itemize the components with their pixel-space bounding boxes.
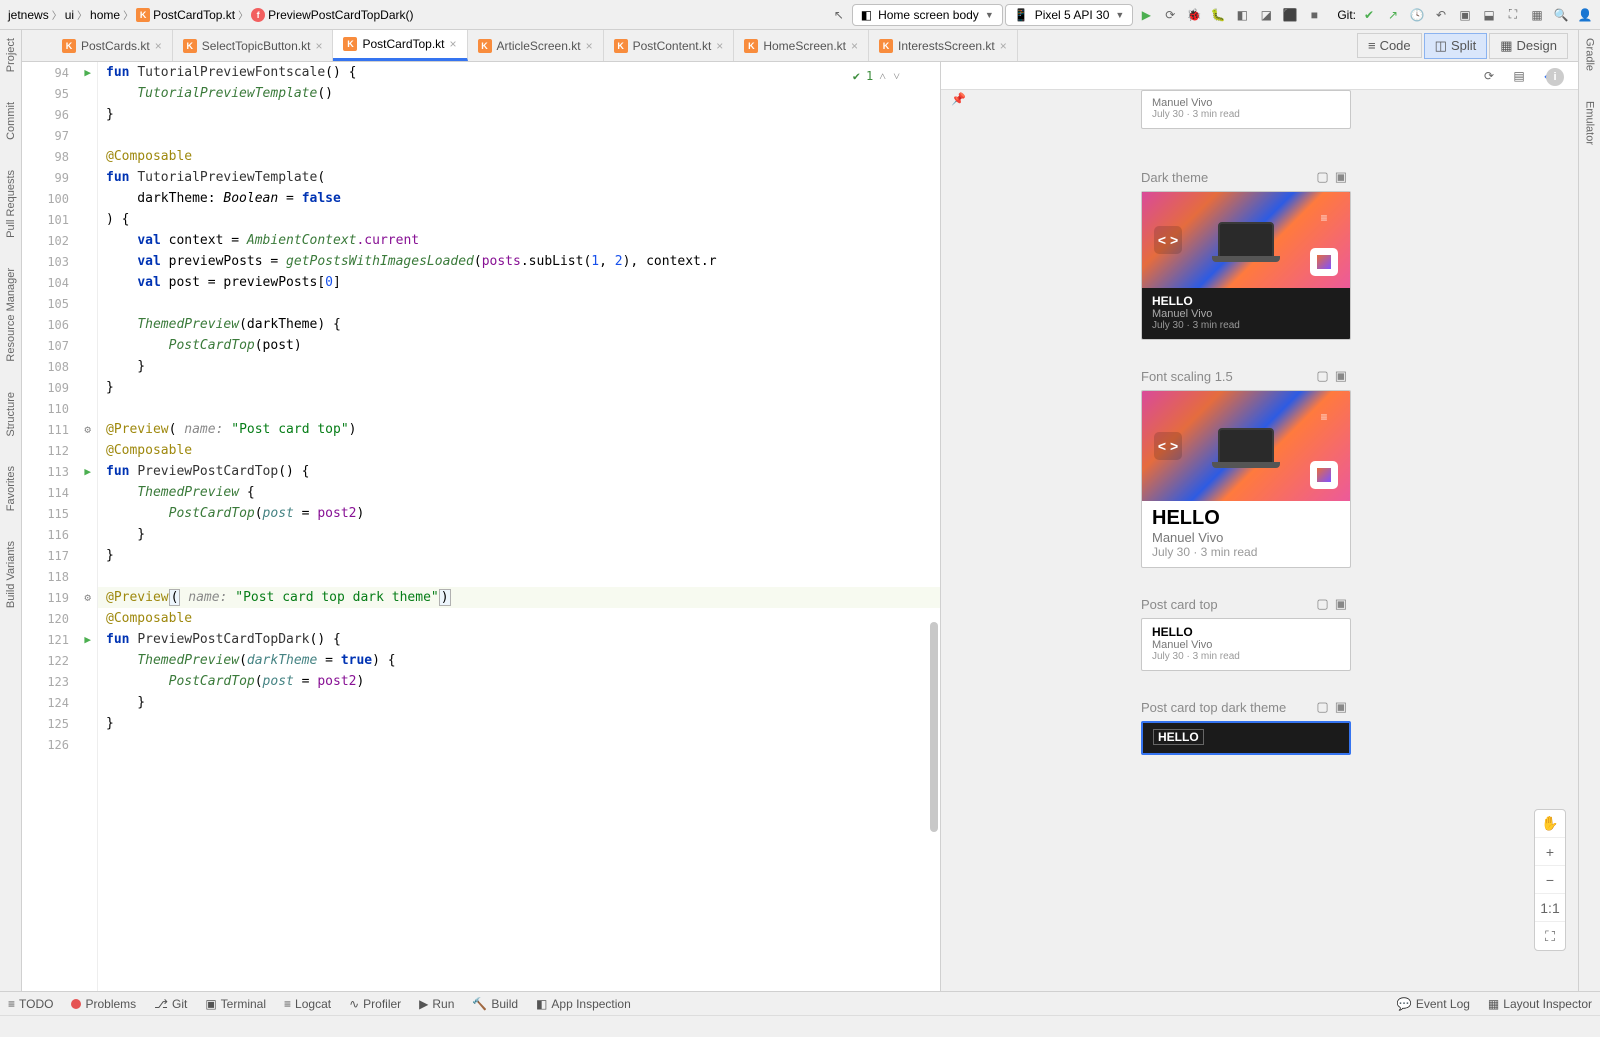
tool-run[interactable]: ▶ Run — [419, 997, 454, 1011]
code-editor[interactable]: ✔ 1 ˄ ˅ fun TutorialPreviewFontscale() {… — [98, 62, 940, 991]
preview-label-top: Post card top — [1141, 597, 1218, 612]
pan-icon[interactable]: ✋ — [1535, 810, 1565, 838]
top-toolbar: jetnews〉 ui〉 home〉 KPostCardTop.kt〉 fPre… — [0, 0, 1600, 30]
mode-split[interactable]: ◫Split — [1424, 33, 1488, 59]
capture-icon[interactable]: ▦ — [1526, 4, 1548, 26]
status-bar — [0, 1015, 1600, 1037]
tool-gradle[interactable]: Gradle — [1584, 38, 1596, 71]
tool-resource-manager[interactable]: Resource Manager — [5, 268, 17, 362]
zoom-controls: ✋ + − 1:1 ⛶ — [1534, 809, 1566, 951]
debug-icon[interactable]: 🐞 — [1183, 4, 1205, 26]
bottom-tool-bar: ≡ TODO Problems ⎇ Git ▣ Terminal ≡ Logca… — [0, 991, 1600, 1015]
tool-git[interactable]: ⎇ Git — [154, 997, 187, 1011]
settings-icon[interactable]: 👤 — [1574, 4, 1596, 26]
preview-card-stub[interactable]: Manuel Vivo July 30 · 3 min read — [1141, 90, 1351, 129]
file-tab[interactable]: KInterestsScreen.kt× — [869, 30, 1018, 61]
stop2-icon[interactable]: ■ — [1303, 4, 1325, 26]
tool-project[interactable]: Project — [5, 38, 17, 72]
avd-icon[interactable]: ▣ — [1454, 4, 1476, 26]
tool-app-inspection[interactable]: ◧ App Inspection — [536, 997, 631, 1011]
search-icon[interactable]: 🔍 — [1550, 4, 1572, 26]
tool-logcat[interactable]: ≡ Logcat — [284, 997, 331, 1011]
zoom-in-icon[interactable]: + — [1535, 838, 1565, 866]
close-icon[interactable]: × — [450, 37, 457, 51]
preview-card-font[interactable]: < > ≡ HELLO Manuel Vivo July 30 · 3 min — [1141, 390, 1351, 568]
git-rollback-icon[interactable]: ↶ — [1430, 4, 1452, 26]
code-brackets-icon: < > — [1154, 226, 1182, 254]
preview-label-font: Font scaling 1.5 — [1141, 369, 1233, 384]
apply-changes-icon[interactable]: ⟳ — [1159, 4, 1181, 26]
problems-badge[interactable]: ✔ 1 ˄ ˅ — [853, 66, 900, 87]
attach-icon[interactable]: ◪ — [1255, 4, 1277, 26]
tool-commit[interactable]: Commit — [5, 102, 17, 140]
profile-icon[interactable]: ◧ — [1231, 4, 1253, 26]
preview-card-dark2[interactable]: HELLO — [1141, 721, 1351, 755]
file-tab[interactable]: KHomeScreen.kt× — [734, 30, 869, 61]
sdk-icon[interactable]: ⬓ — [1478, 4, 1500, 26]
tool-build[interactable]: 🔨 Build — [472, 997, 518, 1011]
file-tab[interactable]: KPostCardTop.kt× — [333, 30, 467, 61]
run-config-dropdown[interactable]: ◧Home screen body▼ — [852, 4, 1003, 26]
close-icon[interactable]: × — [716, 39, 723, 53]
file-tab[interactable]: KPostContent.kt× — [604, 30, 735, 61]
preview-label-dark2: Post card top dark theme — [1141, 700, 1286, 715]
git-push-icon[interactable]: ↗ — [1382, 4, 1404, 26]
tool-pull-requests[interactable]: Pull Requests — [5, 170, 17, 238]
close-icon[interactable]: × — [315, 39, 322, 53]
editor-gutter: 94▶9596979899100101102103104105106107108… — [22, 62, 98, 991]
deploy-icon[interactable]: ▣ — [1335, 169, 1347, 185]
tool-structure[interactable]: Structure — [5, 392, 17, 437]
kotlin-logo-icon — [1310, 248, 1338, 276]
close-icon[interactable]: × — [586, 39, 593, 53]
tool-todo[interactable]: ≡ TODO — [8, 997, 53, 1011]
coverage-icon[interactable]: 🐛 — [1207, 4, 1229, 26]
sync-icon[interactable]: ⛶ — [1502, 4, 1524, 26]
mode-code[interactable]: ≡Code — [1357, 33, 1422, 58]
preview-card-dark[interactable]: < > ≡ HELLO Manuel Vivo July 30 · 3 min — [1141, 191, 1351, 340]
git-commit-icon[interactable]: ✔ — [1358, 4, 1380, 26]
preview-card-top[interactable]: HELLO Manuel Vivo July 30 · 3 min read — [1141, 618, 1351, 671]
tool-problems[interactable]: Problems — [71, 997, 136, 1011]
tool-event-log[interactable]: 💬 Event Log — [1397, 997, 1470, 1011]
left-tool-sidebar: Project Commit Pull Requests Resource Ma… — [0, 30, 22, 991]
zoom-fit-icon[interactable]: ⛶ — [1535, 922, 1565, 950]
close-icon[interactable]: × — [1000, 39, 1007, 53]
tool-favorites[interactable]: Favorites — [5, 466, 17, 511]
preview-layout-icon[interactable]: ▤ — [1508, 65, 1530, 87]
tool-layout-inspector[interactable]: ▦ Layout Inspector — [1488, 997, 1592, 1011]
file-tab[interactable]: KPostCards.kt× — [52, 30, 173, 61]
close-icon[interactable]: × — [155, 39, 162, 53]
file-tab[interactable]: KSelectTopicButton.kt× — [173, 30, 334, 61]
zoom-out-icon[interactable]: − — [1535, 866, 1565, 894]
preview-label-dark: Dark theme — [1141, 170, 1208, 185]
compose-preview-pane: ⟳ ▤ ◆ i 📌 Manuel Vivo July 30 · 3 mi — [940, 62, 1578, 991]
file-tab[interactable]: KArticleScreen.kt× — [468, 30, 604, 61]
tool-profiler[interactable]: ∿ Profiler — [349, 997, 401, 1011]
right-tool-sidebar: Gradle Emulator — [1578, 30, 1600, 991]
back-icon[interactable]: ↖ — [828, 4, 850, 26]
tool-terminal[interactable]: ▣ Terminal — [205, 997, 266, 1011]
mode-design[interactable]: ▦Design — [1489, 33, 1568, 59]
git-label: Git: — [1337, 8, 1356, 22]
run-icon[interactable]: ▶ — [1135, 4, 1157, 26]
scrollbar-thumb[interactable] — [930, 622, 938, 832]
tool-build-variants[interactable]: Build Variants — [5, 541, 17, 608]
breadcrumb[interactable]: jetnews〉 ui〉 home〉 KPostCardTop.kt〉 fPre… — [4, 5, 418, 24]
refresh-icon[interactable]: ⟳ — [1478, 65, 1500, 87]
close-icon[interactable]: × — [851, 39, 858, 53]
stop-icon[interactable]: ⬛ — [1279, 4, 1301, 26]
device-dropdown[interactable]: 📱Pixel 5 API 30▼ — [1005, 4, 1134, 26]
tool-emulator[interactable]: Emulator — [1584, 101, 1596, 145]
device-icon[interactable]: ▢ — [1316, 169, 1328, 185]
git-history-icon[interactable]: 🕓 — [1406, 4, 1428, 26]
zoom-ratio[interactable]: 1:1 — [1535, 894, 1565, 922]
hamburger-icon: ≡ — [1310, 204, 1338, 232]
info-icon[interactable]: i — [1546, 68, 1564, 86]
file-tab-bar: KPostCards.kt×KSelectTopicButton.kt×KPos… — [22, 30, 1578, 62]
